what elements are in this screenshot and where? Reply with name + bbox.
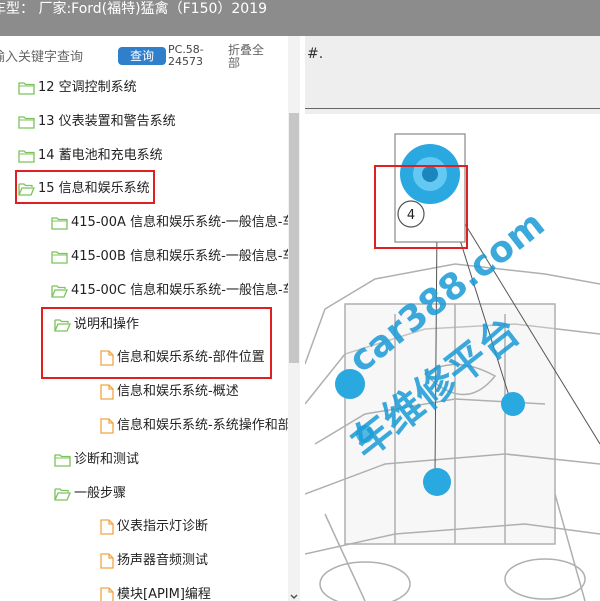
folder-closed-icon bbox=[18, 116, 35, 129]
document-icon bbox=[100, 553, 114, 569]
tree-item-label: 415-00C 信息和娱乐系统-一般信息-车 bbox=[71, 282, 296, 298]
query-button[interactable]: 查询 bbox=[118, 47, 166, 65]
folder-closed-icon bbox=[51, 217, 68, 230]
document-icon bbox=[100, 350, 114, 367]
tree-item-label: 模块[APIM]编程 bbox=[117, 587, 211, 601]
tree-item[interactable]: 扬声器音频测试 bbox=[100, 549, 208, 573]
callout-number: 4 bbox=[407, 208, 415, 223]
tree-item-label: 14 蓄电池和充电系统 bbox=[38, 147, 163, 163]
tree-item[interactable]: 415-00B 信息和娱乐系统-一般信息-车 bbox=[51, 245, 295, 269]
tree-item[interactable]: 模块[APIM]编程 bbox=[100, 583, 211, 601]
tree-scrollbar-thumb[interactable] bbox=[289, 113, 299, 363]
document-icon bbox=[100, 418, 114, 434]
pc-code-label: PC.58-24573 bbox=[168, 43, 204, 68]
tree-item[interactable]: 仪表指示灯诊断 bbox=[100, 515, 208, 539]
scroll-down-arrow-icon[interactable] bbox=[289, 592, 299, 601]
folder-open-icon bbox=[51, 285, 68, 298]
tree-item-label: 一般步骤 bbox=[74, 485, 127, 501]
tree-item-label: 15 信息和娱乐系统 bbox=[38, 181, 150, 197]
navigation-panel: 查询 PC.58-24573 折叠全部 12 空调控制系统 13 仪表装置和警告系… bbox=[0, 36, 305, 601]
folder-open-icon bbox=[18, 183, 35, 197]
tree-item-label: 415-00A 信息和娱乐系统-一般信息-车 bbox=[71, 215, 296, 231]
tree-item[interactable]: 信息和娱乐系统-部件位置 bbox=[100, 346, 265, 370]
tree-item[interactable]: 信息和娱乐系统-概述 bbox=[100, 380, 239, 404]
document-icon bbox=[100, 384, 114, 400]
document-viewer[interactable]: #. 4 car388.com 车维修平台 bbox=[305, 36, 600, 601]
search-input[interactable] bbox=[0, 44, 109, 70]
tree-item[interactable]: 12 空调控制系统 bbox=[18, 76, 137, 100]
tree-item[interactable]: 信息和娱乐系统-系统操作和部 bbox=[100, 414, 291, 438]
document-mark: #. bbox=[307, 46, 324, 62]
tree-item[interactable]: 说明和操作 bbox=[54, 313, 139, 337]
speaker-marker-center bbox=[423, 468, 451, 496]
tree-item-label: 415-00B 信息和娱乐系统-一般信息-车 bbox=[71, 249, 296, 264]
tree-item-label: 12 空调控制系统 bbox=[38, 80, 137, 95]
tree-item-label: 诊断和测试 bbox=[74, 451, 140, 467]
folder-closed-icon bbox=[54, 454, 71, 467]
tree-item[interactable]: 15 信息和娱乐系统 bbox=[18, 177, 150, 201]
tree-item[interactable]: 415-00C 信息和娱乐系统-一般信息-车 bbox=[51, 279, 296, 303]
folder-closed-icon bbox=[51, 251, 68, 264]
folder-closed-icon bbox=[18, 82, 35, 95]
window-titlebar: 车型： 厂家:Ford(福特)猛禽（F150）2019 bbox=[0, 0, 600, 36]
tree-item-label: 说明和操作 bbox=[74, 316, 140, 332]
diagram-sheet: 4 car388.com 车维修平台 bbox=[305, 114, 600, 601]
folder-open-icon bbox=[54, 487, 71, 501]
tree-item-label: 信息和娱乐系统-系统操作和部 bbox=[117, 418, 291, 433]
document-top-border bbox=[305, 108, 600, 109]
tree-item-label: 扬声器音频测试 bbox=[117, 553, 209, 569]
document-icon bbox=[100, 519, 114, 536]
collapse-all-button[interactable]: 折叠全部 bbox=[228, 44, 274, 70]
tree-item-label: 13 仪表装置和警告系统 bbox=[38, 113, 176, 129]
speaker-location-diagram: 4 car388.com 车维修平台 bbox=[305, 133, 600, 601]
tree-item[interactable]: 14 蓄电池和充电系统 bbox=[18, 144, 163, 168]
tree-item[interactable]: 13 仪表装置和警告系统 bbox=[18, 110, 176, 134]
tree-item[interactable]: 诊断和测试 bbox=[54, 448, 139, 472]
folder-open-icon bbox=[54, 318, 71, 332]
vehicle-model-title: 车型： 厂家:Ford(福特)猛禽（F150）2019 bbox=[0, 1, 268, 17]
folder-closed-icon bbox=[18, 149, 35, 163]
tree-item-label: 仪表指示灯诊断 bbox=[117, 519, 209, 535]
document-icon bbox=[100, 587, 114, 601]
search-bar: 查询 PC.58-24573 折叠全部 bbox=[0, 36, 305, 76]
tree-item[interactable]: 415-00A 信息和娱乐系统-一般信息-车 bbox=[51, 211, 295, 235]
category-tree: 12 空调控制系统 13 仪表装置和警告系统 14 蓄电池和充电系统 15 信息和娱乐… bbox=[0, 76, 296, 601]
tree-item-label: 信息和娱乐系统-部件位置 bbox=[117, 350, 265, 366]
speaker-marker-rear-right bbox=[501, 392, 525, 416]
tree-item-label: 信息和娱乐系统-概述 bbox=[117, 384, 239, 400]
tree-item[interactable]: 一般步骤 bbox=[54, 482, 126, 506]
